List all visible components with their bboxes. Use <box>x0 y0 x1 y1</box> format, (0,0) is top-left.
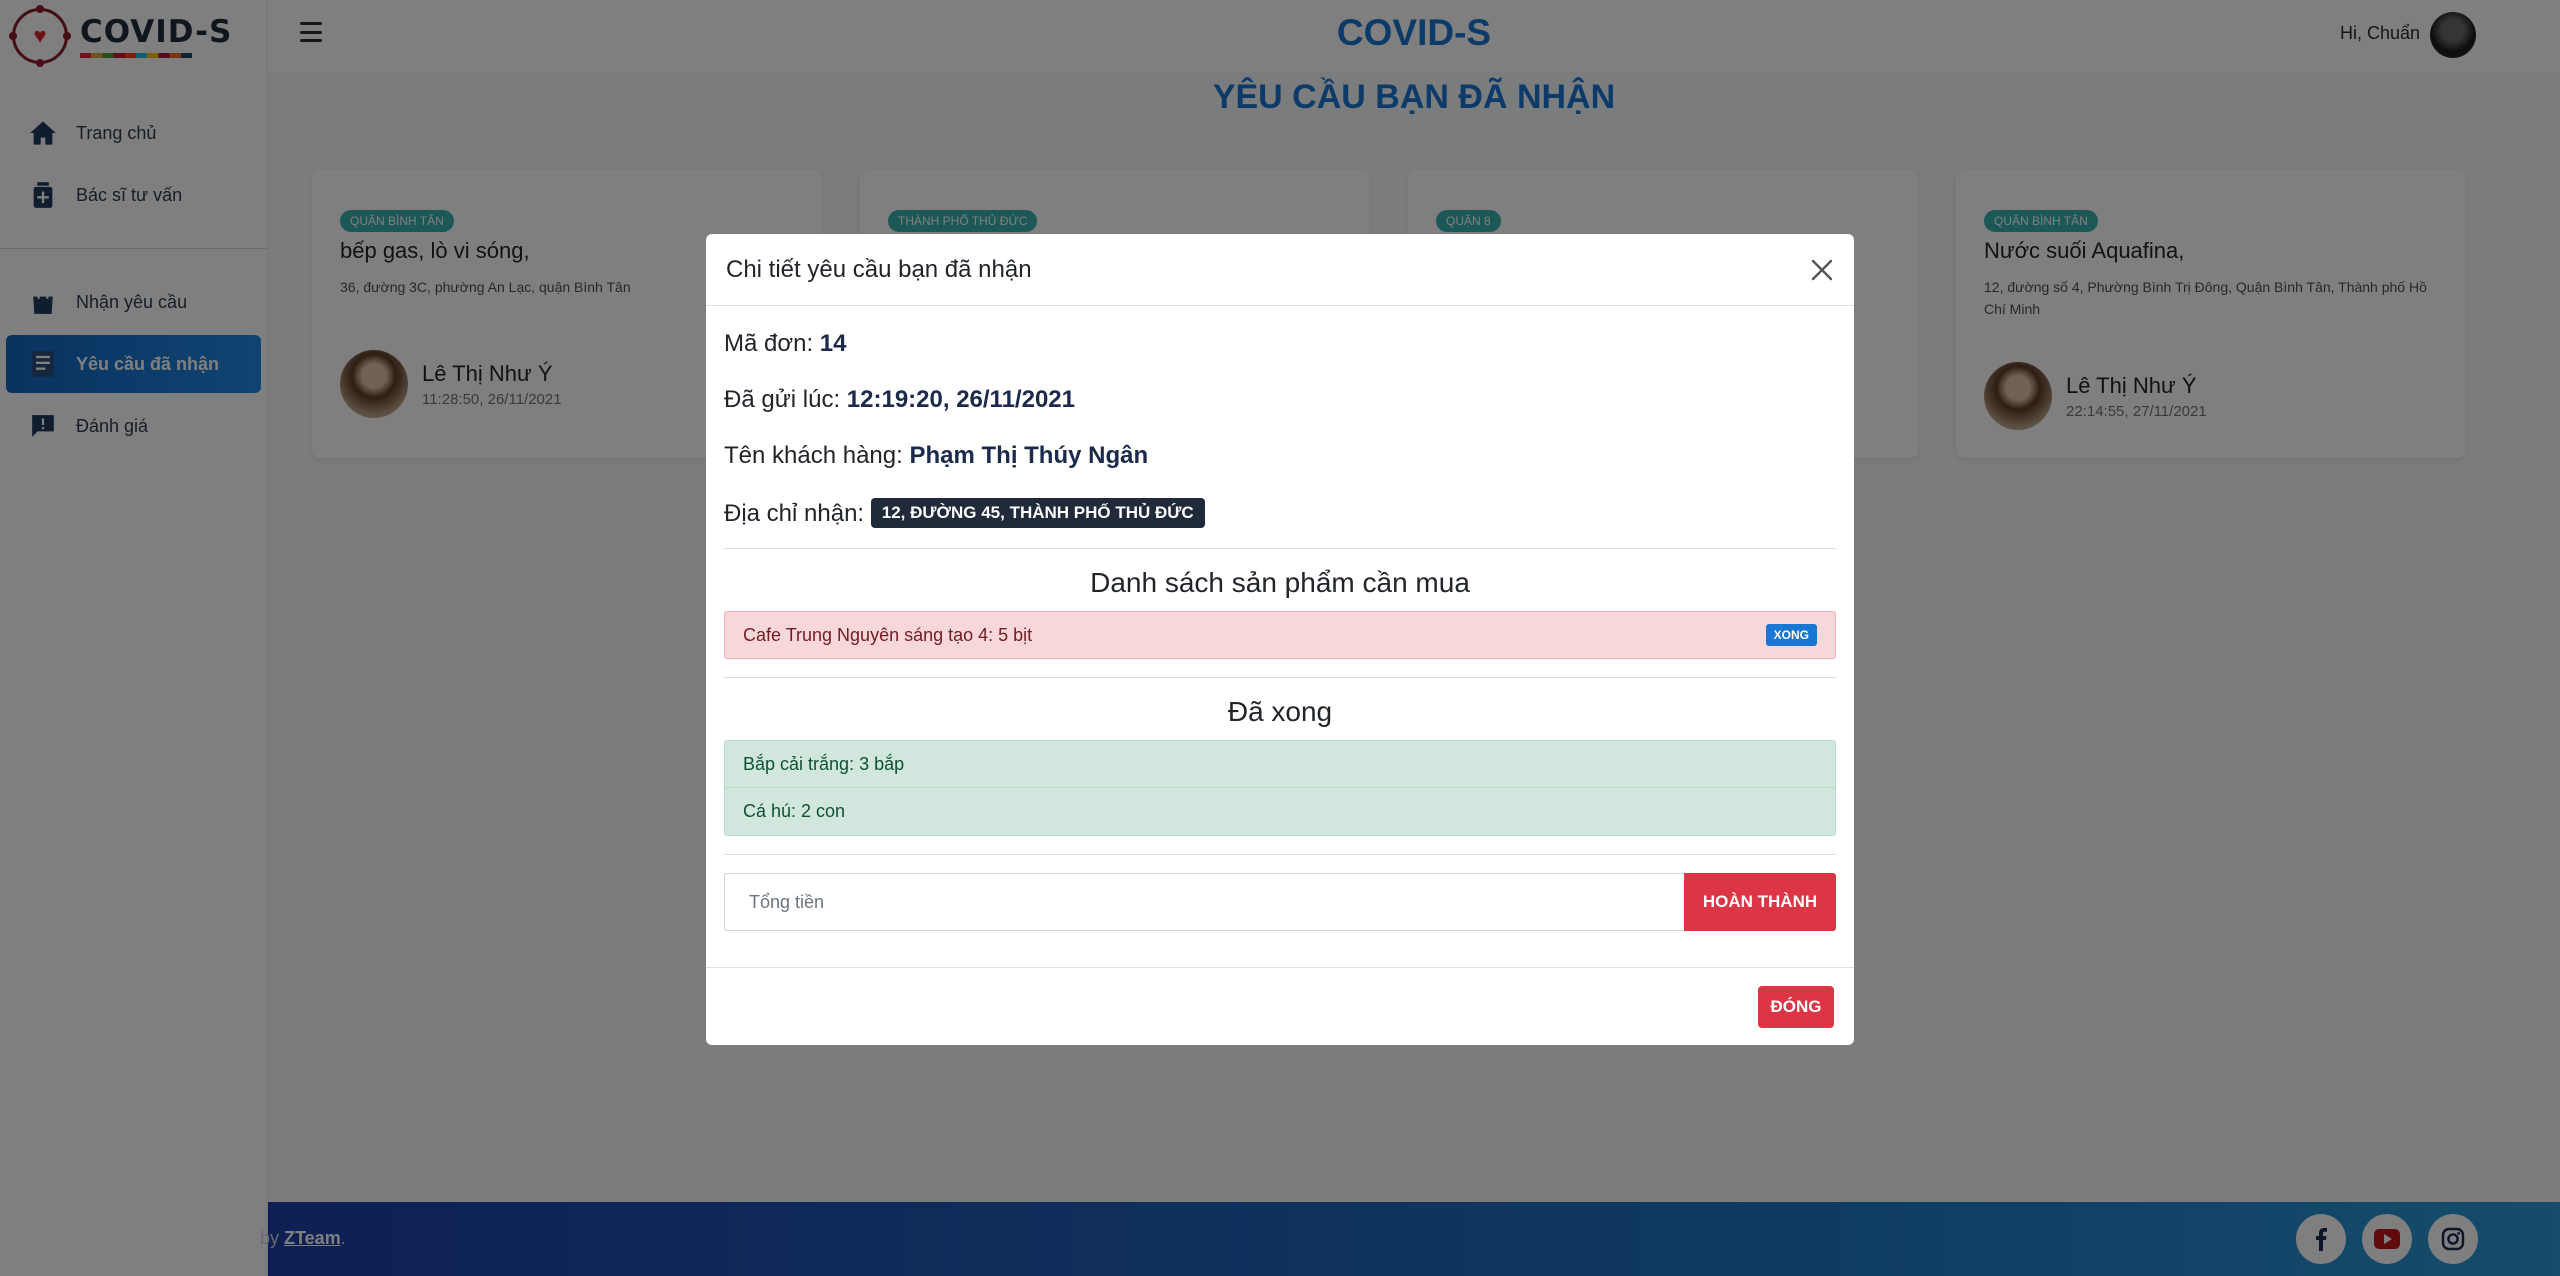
order-id-label: Mã đơn: <box>724 330 814 357</box>
done-item-text: Cá hú: 2 con <box>743 801 846 821</box>
done-item: Cá hú: 2 con <box>724 788 1836 836</box>
sent-time-value: 12:19:20, 26/11/2021 <box>846 386 1075 413</box>
modal-body: Mã đơn: 14 Đã gửi lúc: 12:19:20, 26/11/2… <box>706 330 1854 931</box>
pending-item-text: Cafe Trung Nguyên sáng tạo 4: 5 bịt <box>743 624 1033 645</box>
complete-button[interactable]: HOÀN THÀNH <box>1684 873 1836 931</box>
done-item: Bắp cải trắng: 3 bắp <box>724 740 1836 788</box>
modal-header: Chi tiết yêu cầu bạn đã nhận <box>706 234 1854 306</box>
total-row: HOÀN THÀNH <box>724 873 1836 931</box>
modal-footer: ĐÓNG <box>706 967 1854 1045</box>
customer-name: Phạm Thị Thúy Ngân <box>909 442 1149 469</box>
close-button[interactable]: ĐÓNG <box>1758 986 1834 1028</box>
done-list-title: Đã xong <box>1227 696 1333 727</box>
divider <box>724 548 1836 549</box>
modal-title: Chi tiết yêu cầu bạn đã nhận <box>726 255 1032 283</box>
total-amount-input[interactable] <box>724 873 1684 931</box>
pending-item: Cafe Trung Nguyên sáng tạo 4: 5 bịt XONG <box>724 611 1836 659</box>
order-id-value: 14 <box>819 330 847 357</box>
address-chip: 12, ĐƯỜNG 45, THÀNH PHỐ THỦ ĐỨC <box>870 498 1205 528</box>
sent-time-row: Đã gửi lúc: 12:19:20, 26/11/2021 <box>724 386 1836 418</box>
close-icon[interactable] <box>1810 258 1834 282</box>
mark-done-button[interactable]: XONG <box>1765 624 1817 646</box>
pending-list-title: Danh sách sản phẩm cần mua <box>1090 567 1470 598</box>
address-row: Địa chỉ nhận: 12, ĐƯỜNG 45, THÀNH PHỐ TH… <box>724 498 1836 530</box>
customer-label: Tên khách hàng: <box>724 442 903 469</box>
address-label: Địa chỉ nhận: <box>724 500 865 527</box>
done-item-text: Bắp cải trắng: 3 bắp <box>743 753 905 774</box>
request-detail-modal: Chi tiết yêu cầu bạn đã nhận Mã đơn: 14 … <box>706 234 1854 1045</box>
customer-row: Tên khách hàng: Phạm Thị Thúy Ngân <box>724 442 1836 474</box>
sent-time-label: Đã gửi lúc: <box>724 386 841 413</box>
divider <box>724 677 1836 678</box>
divider <box>724 854 1836 855</box>
order-id-row: Mã đơn: 14 <box>724 330 1836 362</box>
